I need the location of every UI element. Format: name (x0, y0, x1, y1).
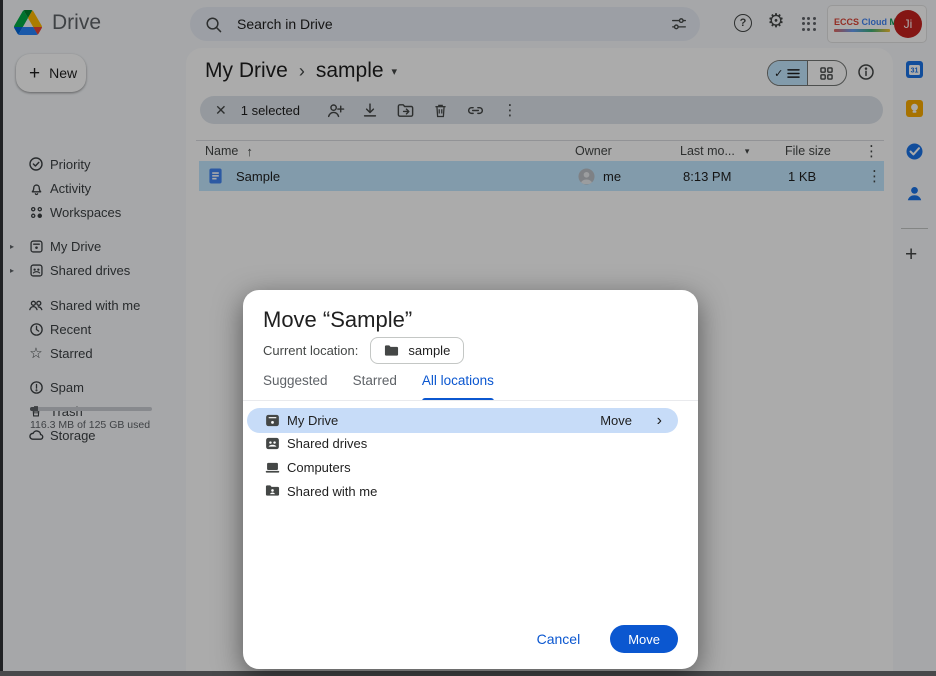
location-label: Shared drives (287, 436, 367, 451)
screen-left-edge (0, 0, 3, 676)
move-button[interactable]: Move (610, 625, 678, 653)
location-label: My Drive (287, 413, 338, 428)
my-drive-icon (265, 413, 280, 428)
location-label: Shared with me (287, 484, 377, 499)
current-location-value: sample (408, 343, 450, 358)
location-label: Computers (287, 460, 351, 475)
location-row-computers[interactable]: Computers (247, 455, 678, 480)
shared-drives-icon (265, 436, 280, 451)
current-location-label: Current location: (263, 343, 358, 358)
tab-all-locations[interactable]: All locations (422, 370, 494, 400)
screen-bottom-edge (0, 671, 936, 676)
move-dialog: Move “Sample” Current location: sample S… (243, 290, 698, 669)
dialog-tabs: Suggested Starred All locations (263, 370, 494, 400)
tabs-divider (243, 400, 698, 401)
computers-icon (265, 460, 280, 475)
shared-with-me-folder-icon (265, 484, 280, 499)
folder-icon (384, 344, 399, 357)
current-location-chip[interactable]: sample (370, 337, 464, 364)
location-row-my-drive[interactable]: My Drive Move › (247, 408, 678, 433)
cancel-button[interactable]: Cancel (537, 631, 581, 647)
current-location-row: Current location: sample (263, 337, 464, 364)
chevron-right-icon[interactable]: › (657, 413, 662, 429)
location-row-shared-drives[interactable]: Shared drives (247, 431, 678, 456)
tab-suggested[interactable]: Suggested (263, 370, 328, 400)
dialog-footer: Cancel Move (537, 625, 678, 653)
move-action-label[interactable]: Move (600, 413, 632, 428)
dialog-title: Move “Sample” (263, 307, 412, 333)
tab-starred[interactable]: Starred (353, 370, 397, 400)
location-row-shared-with-me[interactable]: Shared with me (247, 479, 678, 504)
